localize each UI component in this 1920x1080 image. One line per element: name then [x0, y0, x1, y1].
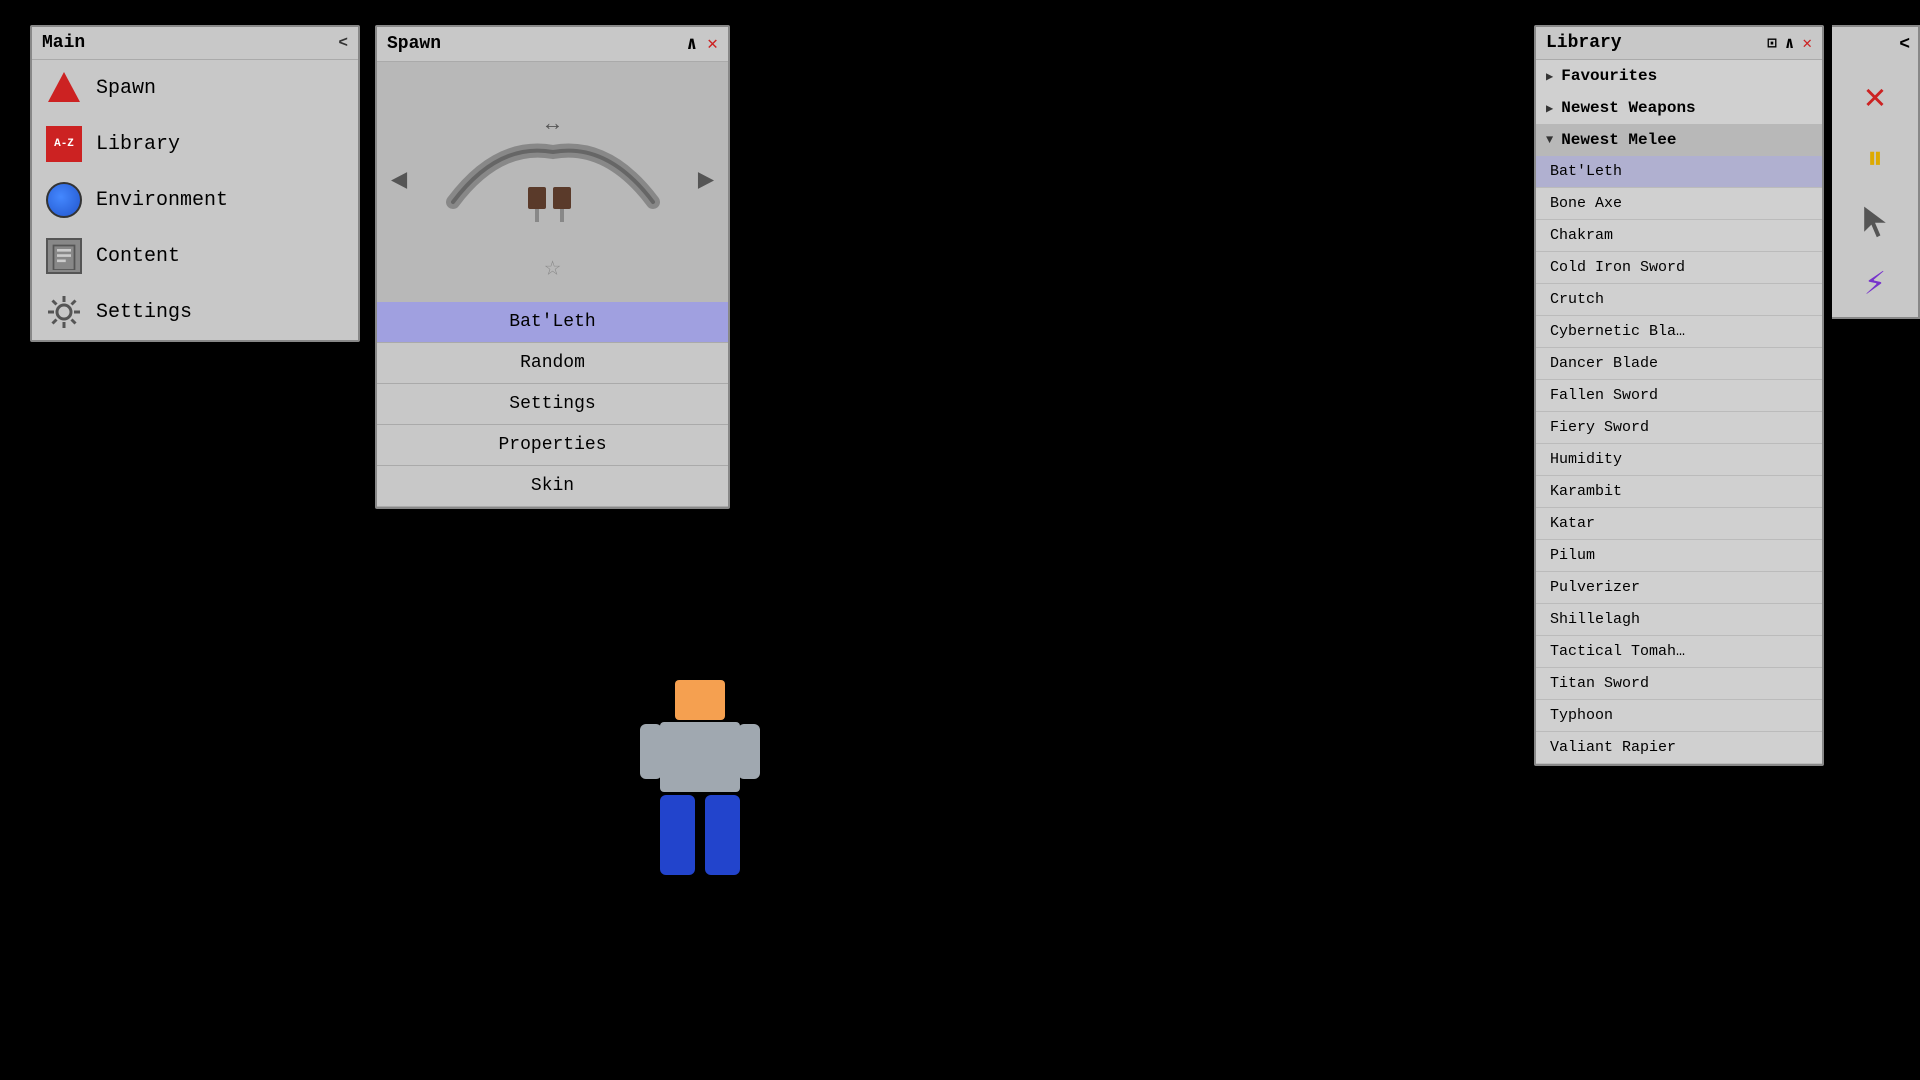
spawn-minimize-icon[interactable]: ∧: [686, 33, 697, 55]
library-item-chakram[interactable]: Chakram: [1536, 220, 1822, 252]
spawn-preview-area: ↔ ◄ ► ☆: [377, 62, 728, 302]
toolbar-collapse[interactable]: <: [1899, 35, 1910, 55]
weapon-preview: [433, 122, 673, 242]
spawn-panel-header: Spawn ∧ ✕: [377, 27, 728, 62]
library-header-controls: ⊡ ∧ ✕: [1767, 33, 1812, 53]
library-panel-header: Library ⊡ ∧ ✕: [1536, 27, 1822, 60]
spawn-panel-title: Spawn: [387, 34, 441, 54]
main-menu-settings-label: Settings: [96, 301, 192, 324]
library-item-valiant-rapier[interactable]: Valiant Rapier: [1536, 732, 1822, 764]
library-panel-title: Library: [1546, 33, 1622, 53]
main-menu-spawn-label: Spawn: [96, 77, 156, 100]
main-menu-settings[interactable]: Settings: [32, 284, 358, 340]
spawn-panel: Spawn ∧ ✕ ↔ ◄ ► ☆ Bat'Leth: [375, 25, 730, 509]
newest-melee-label: Newest Melee: [1561, 131, 1676, 149]
library-item-cold-iron-sword[interactable]: Cold Iron Sword: [1536, 252, 1822, 284]
toolbar-lightning-button[interactable]: ⚡: [1849, 257, 1901, 309]
main-menu-environment[interactable]: Environment: [32, 172, 358, 228]
library-item-dancer-blade[interactable]: Dancer Blade: [1536, 348, 1822, 380]
main-panel-collapse[interactable]: <: [338, 34, 348, 52]
scene-character: [640, 680, 760, 880]
toolbar-cursor-button[interactable]: [1849, 195, 1901, 247]
library-item-karambit[interactable]: Karambit: [1536, 476, 1822, 508]
spawn-icon: [46, 70, 82, 106]
library-category-newest-weapons[interactable]: ▶ Newest Weapons: [1536, 92, 1822, 124]
main-menu-content[interactable]: Content: [32, 228, 358, 284]
spawn-prev-button[interactable]: ◄: [391, 167, 408, 198]
library-item-shillelagh[interactable]: Shillelagh: [1536, 604, 1822, 636]
library-item-fiery-sword[interactable]: Fiery Sword: [1536, 412, 1822, 444]
library-item-pulverizer[interactable]: Pulverizer: [1536, 572, 1822, 604]
environment-icon: [46, 182, 82, 218]
library-item-crutch[interactable]: Crutch: [1536, 284, 1822, 316]
library-item-cybernetic-blade[interactable]: Cybernetic Bla…: [1536, 316, 1822, 348]
right-toolbar: < ✕ ⏸ ⚡: [1832, 25, 1920, 319]
favourites-arrow: ▶: [1546, 69, 1553, 84]
main-panel-header: Main <: [32, 27, 358, 60]
spawn-next-button[interactable]: ►: [697, 167, 714, 198]
spawn-properties[interactable]: Properties: [377, 425, 728, 466]
spawn-random[interactable]: Random: [377, 343, 728, 384]
toolbar-close-button[interactable]: ✕: [1849, 71, 1901, 123]
library-window-icon[interactable]: ⊡: [1767, 33, 1777, 53]
library-item-bone-axe[interactable]: Bone Axe: [1536, 188, 1822, 220]
spawn-settings[interactable]: Settings: [377, 384, 728, 425]
main-menu-library-label: Library: [96, 133, 180, 156]
main-menu-content-label: Content: [96, 245, 180, 268]
library-icon: A-Z: [46, 126, 82, 162]
main-menu-environment-label: Environment: [96, 189, 228, 212]
spawn-resize-arrow[interactable]: ↔: [546, 112, 559, 137]
library-item-batleth[interactable]: Bat'Leth: [1536, 156, 1822, 188]
settings-icon: [46, 294, 82, 330]
library-item-typhoon[interactable]: Typhoon: [1536, 700, 1822, 732]
main-panel: Main < Spawn A-Z Library Environment C: [30, 25, 360, 342]
library-category-favourites[interactable]: ▶ Favourites: [1536, 60, 1822, 92]
spawn-batleth[interactable]: Bat'Leth: [377, 302, 728, 343]
library-panel: Library ⊡ ∧ ✕ ▶ Favourites ▶ Newest Weap…: [1534, 25, 1824, 766]
library-item-tactical-tomahawk[interactable]: Tactical Tomah…: [1536, 636, 1822, 668]
spawn-close-icon[interactable]: ✕: [707, 33, 718, 55]
main-menu-spawn[interactable]: Spawn: [32, 60, 358, 116]
library-item-katar[interactable]: Katar: [1536, 508, 1822, 540]
content-icon: [46, 238, 82, 274]
favourite-star[interactable]: ☆: [544, 249, 561, 284]
newest-weapons-label: Newest Weapons: [1561, 99, 1695, 117]
library-category-newest-melee[interactable]: ▼ Newest Melee: [1536, 124, 1822, 156]
toolbar-pause-button[interactable]: ⏸: [1849, 133, 1901, 185]
spawn-header-controls: ∧ ✕: [686, 33, 718, 55]
library-item-humidity[interactable]: Humidity: [1536, 444, 1822, 476]
library-item-fallen-sword[interactable]: Fallen Sword: [1536, 380, 1822, 412]
main-menu-library[interactable]: A-Z Library: [32, 116, 358, 172]
newest-melee-arrow: ▼: [1546, 133, 1553, 147]
library-close-icon[interactable]: ✕: [1802, 33, 1812, 53]
toolbar-header: <: [1832, 35, 1918, 61]
spawn-skin[interactable]: Skin: [377, 466, 728, 507]
library-item-pilum[interactable]: Pilum: [1536, 540, 1822, 572]
newest-weapons-arrow: ▶: [1546, 101, 1553, 116]
library-minimize-icon[interactable]: ∧: [1785, 33, 1795, 53]
favourites-label: Favourites: [1561, 67, 1657, 85]
library-content: ▶ Favourites ▶ Newest Weapons ▼ Newest M…: [1536, 60, 1822, 764]
main-panel-title: Main: [42, 33, 85, 53]
library-item-titan-sword[interactable]: Titan Sword: [1536, 668, 1822, 700]
